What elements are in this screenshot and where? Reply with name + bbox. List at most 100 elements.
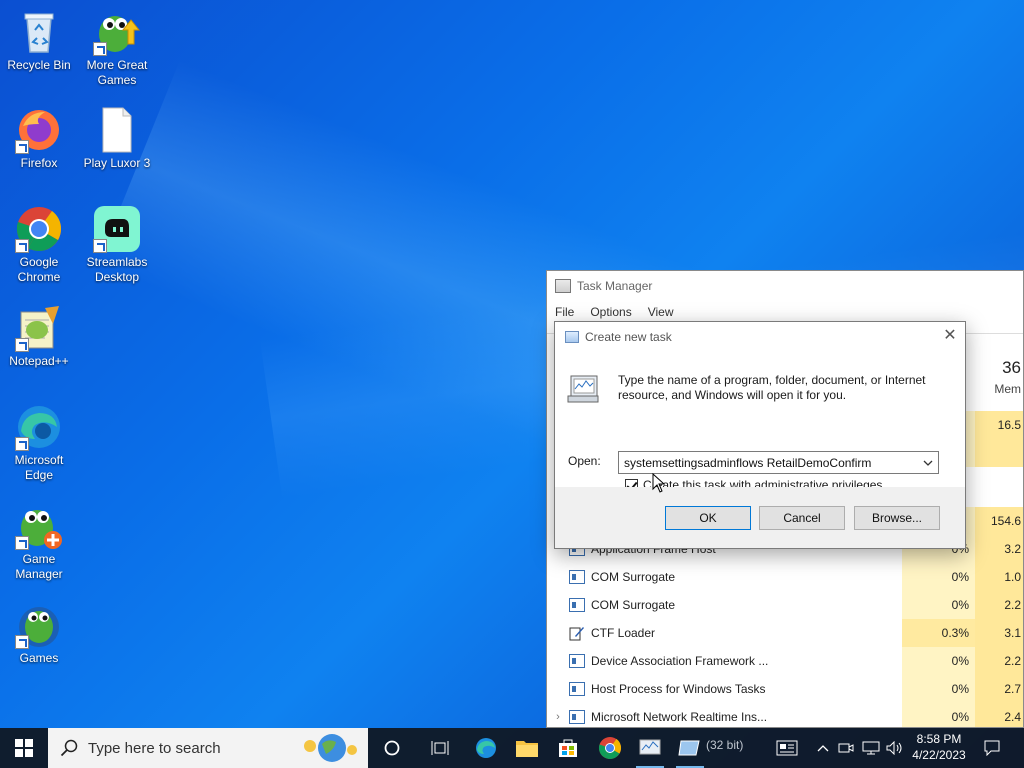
open-combobox[interactable]: systemsettingsadminflows RetailDemoConfi… bbox=[618, 451, 939, 474]
process-memory: 2.2 bbox=[975, 591, 1023, 619]
taskbar-search-box[interactable]: Type here to search bbox=[48, 728, 368, 768]
taskbar-app-label: (32 bit) bbox=[706, 738, 744, 752]
desktop-icon-firefox[interactable]: Firefox bbox=[1, 106, 77, 171]
process-cpu: 0% bbox=[902, 703, 975, 727]
frog-games-icon bbox=[93, 8, 141, 56]
desktop-icon-label: Games bbox=[19, 651, 59, 665]
file-icon bbox=[93, 106, 141, 154]
desktop-icon-label: Play Luxor 3 bbox=[83, 156, 151, 170]
news-icon bbox=[776, 740, 798, 756]
notification-icon bbox=[984, 740, 1000, 756]
process-memory: 3.2 bbox=[975, 535, 1023, 563]
start-button[interactable] bbox=[0, 728, 48, 768]
volume-button[interactable] bbox=[884, 728, 906, 768]
frog-manager-icon bbox=[15, 502, 63, 550]
table-row[interactable]: Device Association Framework ... 0% 2.2 bbox=[547, 647, 1023, 675]
process-memory: 2.7 bbox=[975, 675, 1023, 703]
menu-bar: File Options View bbox=[547, 301, 1023, 323]
edge-icon bbox=[15, 403, 63, 451]
process-icon bbox=[569, 710, 585, 724]
desktop-icon-streamlabs[interactable]: Streamlabs Desktop bbox=[79, 205, 155, 285]
desktop-icon-games[interactable]: Games bbox=[1, 601, 77, 666]
memory-percent-header[interactable]: 36 bbox=[975, 358, 1023, 378]
menu-file[interactable]: File bbox=[555, 305, 574, 319]
search-highlight-globe-icon[interactable] bbox=[298, 730, 362, 766]
open-input-value[interactable]: systemsettingsadminflows RetailDemoConfi… bbox=[624, 456, 871, 470]
store-icon bbox=[559, 739, 577, 757]
chevron-down-icon[interactable] bbox=[920, 454, 936, 471]
menu-options[interactable]: Options bbox=[590, 305, 631, 319]
desktop-icon-play-luxor[interactable]: Play Luxor 3 bbox=[79, 106, 155, 171]
table-row[interactable]: COM Surrogate 0% 2.2 bbox=[547, 591, 1023, 619]
frog-games-icon bbox=[15, 601, 63, 649]
system-clock[interactable]: 8:58 PM 4/22/2023 bbox=[904, 731, 974, 763]
menu-view[interactable]: View bbox=[648, 305, 674, 319]
desktop-icon-notepadpp[interactable]: Notepad++ bbox=[1, 304, 77, 369]
process-icon bbox=[569, 654, 585, 668]
process-cpu: 0% bbox=[902, 647, 975, 675]
meet-now-button[interactable] bbox=[836, 728, 856, 768]
dialog-title: Create new task bbox=[585, 330, 672, 344]
process-memory: 2.4 bbox=[975, 703, 1023, 727]
table-row[interactable]: › Microsoft Network Realtime Ins... 0% 2… bbox=[547, 703, 1023, 727]
desktop-icon-more-great-games[interactable]: More Great Games bbox=[79, 8, 155, 88]
news-widget-button[interactable] bbox=[770, 728, 804, 768]
taskbar-task-manager[interactable] bbox=[630, 728, 670, 768]
task-manager-titlebar[interactable]: Task Manager bbox=[547, 271, 1023, 301]
desktop-icon-label: Recycle Bin bbox=[7, 58, 71, 72]
process-memory: 3.1 bbox=[975, 619, 1023, 647]
task-manager-icon bbox=[555, 279, 571, 293]
mouse-cursor-icon bbox=[652, 472, 666, 493]
process-list: Application Frame Host 0% 3.2 COM Surrog… bbox=[547, 535, 1023, 727]
process-name: Device Association Framework ... bbox=[591, 654, 769, 668]
process-cpu: 0.3% bbox=[902, 619, 975, 647]
close-icon[interactable]: ✕ bbox=[935, 322, 965, 352]
task-manager-icon bbox=[567, 374, 599, 404]
run-window-icon bbox=[678, 740, 700, 756]
process-memory: 1.0 bbox=[975, 563, 1023, 591]
taskbar-chrome[interactable] bbox=[590, 728, 630, 768]
search-placeholder: Type here to search bbox=[88, 739, 221, 757]
process-name: Host Process for Windows Tasks bbox=[591, 682, 766, 696]
dialog-titlebar[interactable]: Create new task ✕ bbox=[555, 322, 965, 352]
table-row[interactable]: COM Surrogate 0% 1.0 bbox=[547, 563, 1023, 591]
desktop-icon-label: Notepad++ bbox=[9, 354, 69, 368]
process-name: Microsoft Network Realtime Ins... bbox=[591, 710, 768, 724]
windows-logo-icon bbox=[15, 739, 33, 757]
network-button[interactable] bbox=[860, 728, 882, 768]
taskbar-run-app[interactable] bbox=[670, 728, 710, 768]
desktop-icon-edge[interactable]: Microsoft Edge bbox=[1, 403, 77, 483]
desktop-icon-chrome[interactable]: Google Chrome bbox=[1, 205, 77, 285]
open-label: Open: bbox=[568, 454, 601, 468]
table-row[interactable]: CTF Loader 0.3% 3.1 bbox=[547, 619, 1023, 647]
task-view-button[interactable] bbox=[420, 728, 460, 768]
taskbar-file-explorer[interactable] bbox=[507, 728, 547, 768]
cortana-button[interactable] bbox=[372, 728, 412, 768]
table-row[interactable]: Host Process for Windows Tasks 0% 2.7 bbox=[547, 675, 1023, 703]
memory-column-header[interactable]: Mem bbox=[975, 382, 1023, 396]
show-hidden-icons-button[interactable] bbox=[812, 728, 834, 768]
process-name: COM Surrogate bbox=[591, 570, 676, 584]
taskbar-edge[interactable] bbox=[466, 728, 506, 768]
ok-button[interactable]: OK bbox=[665, 506, 751, 530]
clock-time: 8:58 PM bbox=[916, 732, 962, 746]
taskbar-store[interactable] bbox=[548, 728, 588, 768]
process-icon bbox=[569, 598, 585, 612]
firefox-icon bbox=[15, 106, 63, 154]
process-cpu: 0% bbox=[902, 675, 975, 703]
desktop-icon-label: More Great Games bbox=[86, 58, 148, 87]
search-icon bbox=[60, 739, 78, 757]
notepad-pen-icon bbox=[569, 625, 585, 641]
action-center-button[interactable] bbox=[978, 728, 1006, 768]
camera-icon bbox=[838, 743, 854, 753]
expand-chevron-icon[interactable]: › bbox=[547, 711, 569, 723]
desktop-icon-game-manager[interactable]: Game Manager bbox=[1, 502, 77, 582]
create-new-task-dialog[interactable]: Create new task ✕ Type the name of a pro… bbox=[554, 321, 966, 549]
browse-button[interactable]: Browse... bbox=[854, 506, 940, 530]
process-name: COM Surrogate bbox=[591, 598, 676, 612]
desktop-icon-recycle-bin[interactable]: Recycle Bin bbox=[1, 8, 77, 73]
cancel-button[interactable]: Cancel bbox=[759, 506, 845, 530]
folder-icon bbox=[516, 741, 538, 757]
streamlabs-icon bbox=[93, 205, 141, 253]
desktop-icon-label: Game Manager bbox=[15, 552, 63, 581]
